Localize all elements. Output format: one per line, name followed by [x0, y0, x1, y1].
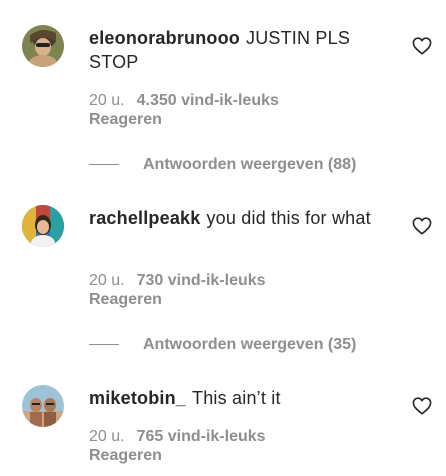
comment-likes[interactable]: 4.350 vind-ik-leuks — [137, 92, 279, 109]
avatar[interactable] — [22, 25, 64, 67]
view-replies-label: Antwoorden weergeven (35) — [143, 335, 357, 353]
comment-meta: 20 u. 4.350 vind-ik-leuks — [89, 91, 279, 110]
like-comment-button[interactable] — [412, 217, 432, 235]
reply-button[interactable]: Reageren — [89, 110, 162, 129]
comment-username[interactable]: miketobin_ — [89, 388, 186, 408]
view-replies-button[interactable]: Antwoorden weergeven (88) — [89, 154, 356, 174]
comment-username[interactable]: eleonorabrunooo — [89, 28, 240, 48]
avatar-photo — [22, 25, 64, 67]
comment-text-block: miketobin_ This ain’t it — [89, 386, 389, 410]
comment-likes[interactable]: 730 vind-ik-leuks — [137, 272, 266, 289]
comment-time: 20 u. — [89, 272, 125, 289]
heart-outline-icon — [412, 397, 432, 415]
comment-text-block: eleonorabrunooo JUSTIN PLS STOP — [89, 26, 389, 74]
comment-likes[interactable]: 765 vind-ik-leuks — [137, 428, 266, 445]
heart-outline-icon — [412, 217, 432, 235]
comment-time: 20 u. — [89, 92, 125, 109]
comment-time: 20 u. — [89, 428, 125, 445]
view-replies-button[interactable]: Antwoorden weergeven (35) — [89, 334, 356, 354]
comment-meta: 20 u. 730 vind-ik-leuks — [89, 271, 266, 290]
like-comment-button[interactable] — [412, 37, 432, 55]
comment-meta: 20 u. 765 vind-ik-leuks — [89, 427, 266, 446]
avatar-photo — [22, 385, 64, 427]
view-replies-label: Antwoorden weergeven (88) — [143, 155, 357, 173]
like-comment-button[interactable] — [412, 397, 432, 415]
replies-divider-line — [89, 343, 119, 345]
comment-username[interactable]: rachellpeakk — [89, 208, 200, 228]
heart-outline-icon — [412, 37, 432, 55]
replies-divider-line — [89, 163, 119, 165]
reply-button[interactable]: Reageren — [89, 290, 162, 309]
avatar[interactable] — [22, 385, 64, 427]
comment-text: This ain’t it — [192, 388, 281, 408]
reply-button[interactable]: Reageren — [89, 446, 162, 465]
comment-text-block: rachellpeakk you did this for what — [89, 206, 389, 230]
comment-text: you did this for what — [206, 208, 371, 228]
avatar-photo — [22, 205, 64, 247]
avatar[interactable] — [22, 205, 64, 247]
